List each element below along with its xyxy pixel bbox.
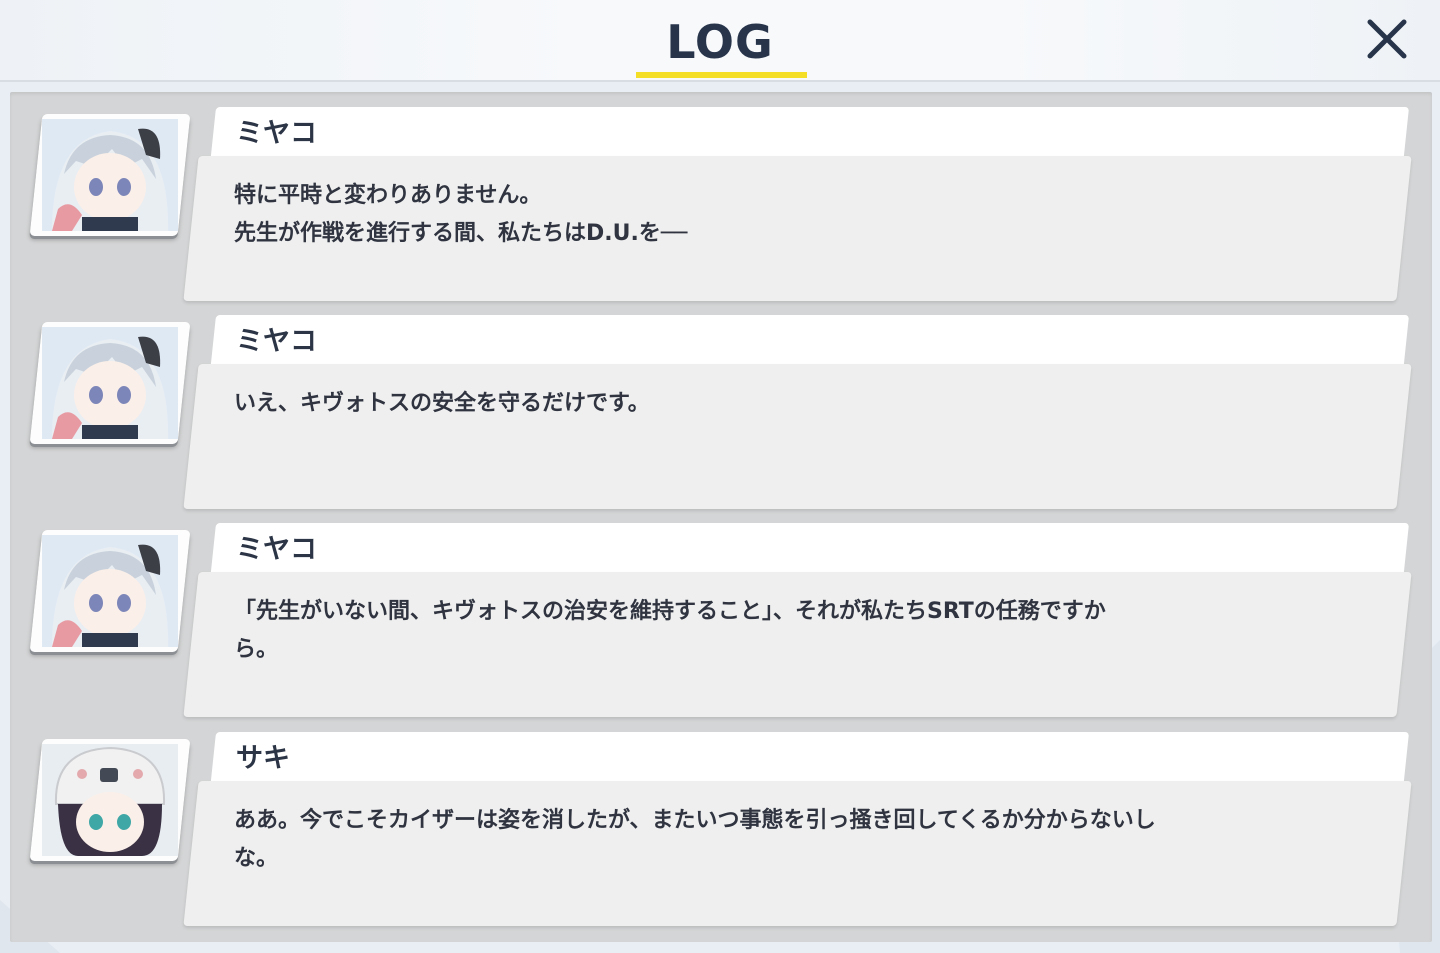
- message-text: 特に平時と変わりありません。 先生が作戦を進行する間、私たちはD.U.を──: [234, 183, 688, 246]
- avatar[interactable]: [29, 114, 191, 236]
- speaker-name: ミヤコ: [236, 326, 317, 357]
- miyako-portrait-icon: [42, 327, 178, 439]
- avatar[interactable]: [29, 530, 191, 652]
- speaker-name: ミヤコ: [236, 534, 317, 565]
- close-icon: [1367, 19, 1407, 59]
- avatar[interactable]: [29, 322, 191, 444]
- message-text: ああ。今でこそカイザーは姿を消したが、またいつ事態を引っ掻き回してくるか分からな…: [234, 808, 1156, 871]
- miyako-portrait-icon: [42, 119, 178, 231]
- close-button[interactable]: [1362, 14, 1412, 64]
- log-entry: ミヤコ いえ、キヴォトスの安全を守るだけです。: [0, 300, 1440, 510]
- page-title: LOG: [666, 15, 774, 69]
- miyako-portrait-icon: [42, 535, 178, 647]
- speaker-name: ミヤコ: [236, 118, 317, 149]
- title-underline: [636, 72, 807, 78]
- avatar[interactable]: [29, 739, 191, 861]
- header-bar: LOG: [0, 0, 1440, 82]
- log-entry: ミヤコ 「先生がいない間、キヴォトスの治安を維持すること」、それが私たちSRTの…: [0, 508, 1440, 718]
- log-entry: サキ ああ。今でこそカイザーは姿を消したが、またいつ事態を引っ掻き回してくるか分…: [0, 717, 1440, 927]
- log-entry: ミヤコ 特に平時と変わりありません。 先生が作戦を進行する間、私たちはD.U.を…: [0, 92, 1440, 302]
- message-text: 「先生がいない間、キヴォトスの治安を維持すること」、それが私たちSRTの任務です…: [234, 599, 1106, 662]
- speaker-name: サキ: [236, 743, 290, 774]
- saki-portrait-icon: [42, 744, 178, 856]
- message-text: いえ、キヴォトスの安全を守るだけです。: [234, 391, 650, 416]
